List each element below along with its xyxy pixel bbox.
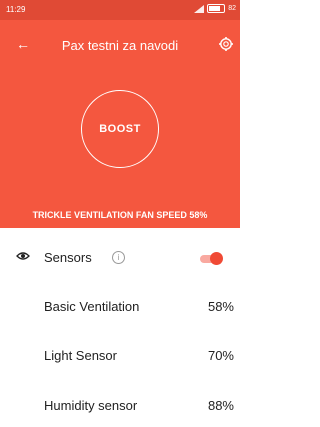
sensors-toggle[interactable] [200,252,224,265]
list-item-label: Humidity sensor [44,398,138,413]
gear-icon[interactable] [218,36,234,52]
status-time: 11:29 [6,5,26,14]
signal-icon [194,4,205,13]
list-item: Light Sensor 70% [0,341,240,371]
info-icon[interactable]: i [112,251,125,264]
list-item-label: Light Sensor [44,348,117,363]
status-icons: 82 [194,4,236,13]
sensors-row: Sensors i [0,243,240,273]
fan-speed-label: TRICKLE VENTILATION FAN SPEED 58% [32,210,208,220]
list-item-value: 88% [207,398,234,413]
status-bar: 11:29 82 [0,0,240,20]
sensors-label: Sensors [44,250,92,265]
page-title: Pax testni za navodi [61,38,179,53]
battery-icon [207,4,226,13]
boost-button[interactable]: BOOST [81,90,159,168]
battery-level: 82 [228,5,236,12]
list-item: Humidity sensor 88% [0,391,240,421]
list-item-value: 58% [207,299,234,314]
app-bar: ← Pax testni za navodi [0,30,240,60]
list-item-value: 70% [207,348,234,363]
header-panel: 11:29 82 ← Pax testni za navodi BOOST TR… [0,0,240,228]
list-item-label: Basic Ventilation [44,299,140,314]
eye-icon [16,252,30,260]
list-item: Basic Ventilation 58% [0,292,240,322]
